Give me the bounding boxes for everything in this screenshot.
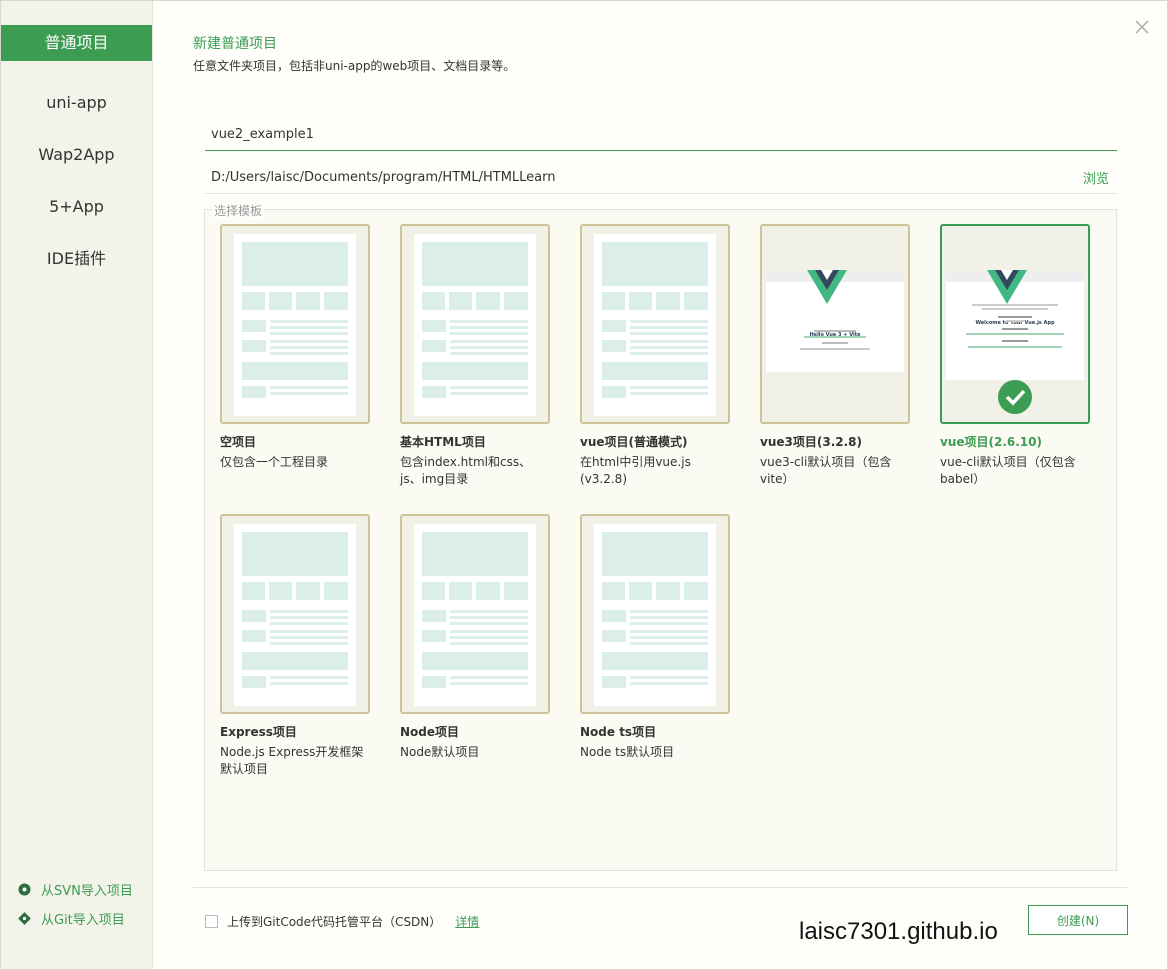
project-path-field[interactable]: D:/Users/laisc/Documents/program/HTML/HT… xyxy=(205,170,555,185)
template-description: 仅包含一个工程目录 xyxy=(220,455,329,469)
watermark: laisc7301.github.io xyxy=(799,918,998,945)
upload-label: 上传到GitCode代码托管平台（CSDN） xyxy=(227,915,442,929)
template-thumbnail[interactable] xyxy=(580,514,730,714)
template-title: vue3项目(3.2.8) xyxy=(760,435,862,449)
project-name-input[interactable] xyxy=(205,119,1117,151)
template-card[interactable]: Express项目 Node.js Express开发框架默认项目 xyxy=(220,514,370,778)
template-card[interactable]: Node项目 Node默认项目 xyxy=(400,514,550,761)
template-card[interactable]: vue项目(普通模式) 在html中引用vue.js (v3.2.8) xyxy=(580,224,730,488)
sidebar-item-ide-plugin[interactable]: IDE插件 xyxy=(1,233,152,285)
template-thumbnail[interactable] xyxy=(220,514,370,714)
template-thumbnail[interactable] xyxy=(220,224,370,424)
template-title: Express项目 xyxy=(220,725,297,739)
git-icon xyxy=(17,912,31,926)
template-description: 包含index.html和css、js、img目录 xyxy=(400,455,532,486)
template-card[interactable]: Welcome to Your Vue.js App vue项目(2.6.10) v… xyxy=(940,224,1090,488)
sidebar: 普通项目 uni-app Wap2App 5+App IDE插件 从SVN导入项… xyxy=(1,1,153,969)
template-card[interactable]: Node ts项目 Node ts默认项目 xyxy=(580,514,730,761)
svn-import-label: 从SVN导入项目 xyxy=(41,884,133,899)
template-card[interactable]: Hello Vue 3 + Vite vue3项目(3.2.8) vue3-cli默… xyxy=(760,224,910,488)
check-circle-icon xyxy=(998,380,1032,414)
git-import-link[interactable]: 从Git导入项目 xyxy=(17,904,133,933)
template-thumbnail[interactable]: Hello Vue 3 + Vite xyxy=(760,224,910,424)
sidebar-item-5plus-app[interactable]: 5+App xyxy=(1,181,152,233)
template-card[interactable]: 基本HTML项目包含index.html和css、js、img目录 xyxy=(400,224,550,488)
details-link[interactable]: 详情 xyxy=(455,913,479,930)
import-links: 从SVN导入项目 从Git导入项目 xyxy=(17,875,133,933)
template-title: vue项目(普通模式) xyxy=(580,435,688,449)
template-description: 在html中引用vue.js (v3.2.8) xyxy=(580,455,691,486)
svn-icon xyxy=(17,883,31,897)
browse-button[interactable]: 浏览 xyxy=(1083,168,1117,187)
git-import-label: 从Git导入项目 xyxy=(41,913,125,928)
template-thumbnail[interactable] xyxy=(400,224,550,424)
template-description: Node默认项目 xyxy=(400,745,480,759)
upload-checkbox[interactable] xyxy=(205,915,218,928)
path-row: D:/Users/laisc/Documents/program/HTML/HT… xyxy=(205,161,1117,194)
template-title: Node项目 xyxy=(400,725,460,739)
new-project-dialog: 普通项目 uni-app Wap2App 5+App IDE插件 从SVN导入项… xyxy=(0,0,1168,970)
footer-divider xyxy=(193,887,1127,888)
page-title: 新建普通项目 xyxy=(193,36,277,52)
svn-import-link[interactable]: 从SVN导入项目 xyxy=(17,875,133,904)
sidebar-item-uni-app[interactable]: uni-app xyxy=(1,77,152,129)
template-description: Node ts默认项目 xyxy=(580,745,675,759)
page-subtitle: 任意文件夹项目，包括非uni-app的web项目、文档目录等。 xyxy=(193,59,516,73)
sidebar-item-normal-project[interactable]: 普通项目 xyxy=(1,25,152,61)
template-title: 基本HTML项目 xyxy=(400,435,486,449)
template-description: vue-cli默认项目（仅包含babel） xyxy=(940,455,1076,486)
close-icon[interactable] xyxy=(1132,17,1152,37)
template-thumbnail[interactable] xyxy=(400,514,550,714)
sidebar-item-wap2app[interactable]: Wap2App xyxy=(1,129,152,181)
template-title: 空项目 xyxy=(220,435,257,449)
template-thumbnail[interactable] xyxy=(580,224,730,424)
upload-option: 上传到GitCode代码托管平台（CSDN） 详情 xyxy=(205,913,479,930)
template-title: vue项目(2.6.10) xyxy=(940,435,1042,449)
template-legend: 选择模板 xyxy=(212,202,265,219)
create-button[interactable]: 创建(N) xyxy=(1028,905,1128,935)
template-card[interactable]: 空项目仅包含一个工程目录 xyxy=(220,224,370,471)
template-title: Node ts项目 xyxy=(580,725,657,739)
template-thumbnail[interactable]: Welcome to Your Vue.js App xyxy=(940,224,1090,424)
template-description: Node.js Express开发框架默认项目 xyxy=(220,745,364,776)
template-description: vue3-cli默认项目（包含vite） xyxy=(760,455,892,486)
